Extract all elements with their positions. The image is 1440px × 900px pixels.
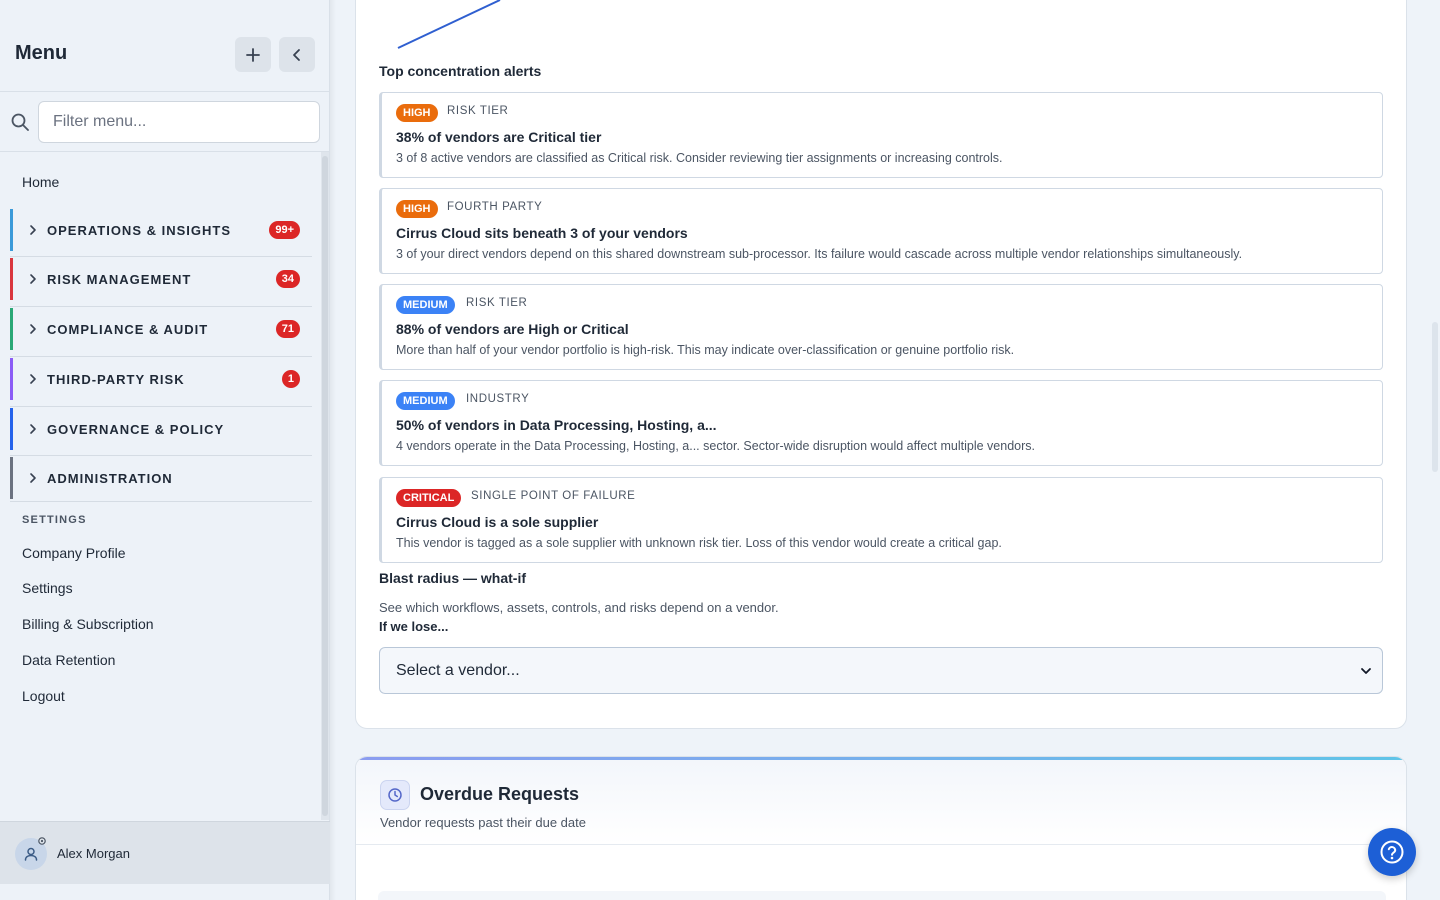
- alert-title: Cirrus Cloud is a sole supplier: [396, 514, 599, 530]
- sidebar-group-operations-insights[interactable]: OPERATIONS & INSIGHTS 99+: [10, 209, 312, 251]
- overdue-requests-content: [378, 891, 1386, 900]
- alert-card[interactable]: HIGH FOURTH PARTY Cirrus Cloud sits bene…: [379, 188, 1383, 274]
- question-icon: [1380, 840, 1404, 864]
- sidebar-group-risk-management[interactable]: RISK MANAGEMENT 34: [10, 258, 312, 300]
- severity-badge: HIGH: [396, 104, 438, 122]
- gear-icon: [38, 837, 46, 845]
- severity-badge: CRITICAL: [396, 489, 462, 507]
- plus-icon: [246, 47, 260, 62]
- trend-line-fragment: [397, 0, 501, 49]
- chevron-down-icon: [1361, 668, 1371, 674]
- sidebar-group-label: ADMINISTRATION: [47, 470, 173, 486]
- sidebar-group-label: COMPLIANCE & AUDIT: [47, 321, 209, 337]
- count-badge: 34: [275, 270, 300, 288]
- chevron-right-icon: [30, 424, 36, 434]
- clock-icon-box: [380, 780, 410, 810]
- alert-title: Cirrus Cloud sits beneath 3 of your vend…: [396, 225, 688, 241]
- user-icon: [24, 847, 38, 861]
- chevron-right-icon: [30, 473, 36, 483]
- chevron-right-icon: [30, 274, 36, 284]
- sidebar: Menu Home OPERATIONS & INSIGHTS 99+ RISK…: [0, 0, 330, 900]
- alert-description: 3 of your direct vendors depend on this …: [396, 247, 1243, 261]
- alert-card[interactable]: HIGH RISK TIER 38% of vendors are Critic…: [379, 92, 1383, 178]
- filter-menu-input[interactable]: [38, 101, 320, 143]
- user-name: Alex Morgan: [57, 846, 130, 861]
- chevron-right-icon: [30, 225, 36, 235]
- alert-description: More than half of your vendor portfolio …: [396, 343, 1015, 357]
- severity-badge: HIGH: [396, 200, 438, 218]
- alert-card[interactable]: CRITICAL SINGLE POINT OF FAILURE Cirrus …: [379, 477, 1383, 563]
- sidebar-group-label: RISK MANAGEMENT: [47, 271, 192, 287]
- alert-description: 4 vendors operate in the Data Processing…: [396, 439, 1035, 453]
- divider: [10, 356, 312, 357]
- vendor-select-value: Select a vendor...: [396, 661, 520, 679]
- alert-category: RISK TIER: [466, 297, 528, 309]
- alert-category: INDUSTRY: [466, 393, 530, 405]
- add-button[interactable]: [235, 37, 271, 72]
- alert-category: SINGLE POINT OF FAILURE: [471, 490, 636, 502]
- sidebar-item-logout[interactable]: Logout: [22, 688, 65, 704]
- sidebar-group-compliance-audit[interactable]: COMPLIANCE & AUDIT 71: [10, 308, 312, 350]
- sidebar-item-home[interactable]: Home: [22, 174, 59, 190]
- divider: [10, 306, 312, 307]
- alert-title: 38% of vendors are Critical tier: [396, 129, 602, 145]
- sidebar-scrollbar-thumb[interactable]: [322, 156, 328, 816]
- alert-category: RISK TIER: [447, 105, 509, 117]
- sidebar-item-billing-subscription[interactable]: Billing & Subscription: [22, 616, 154, 632]
- count-badge: 99+: [269, 221, 300, 239]
- page-scrollbar-thumb[interactable]: [1432, 322, 1438, 472]
- collapse-sidebar-button[interactable]: [279, 37, 315, 72]
- sidebar-group-label: OPERATIONS & INSIGHTS: [47, 222, 231, 238]
- count-badge: 71: [275, 320, 300, 338]
- filter-row: [0, 92, 330, 152]
- divider: [10, 455, 312, 456]
- chevron-right-icon: [30, 324, 36, 334]
- sidebar-shadow: [330, 0, 336, 900]
- chevron-right-icon: [30, 374, 36, 384]
- divider: [10, 501, 312, 502]
- sidebar-item-data-retention[interactable]: Data Retention: [22, 652, 115, 668]
- divider: [10, 406, 312, 407]
- sidebar-group-label: THIRD-PARTY RISK: [47, 371, 185, 387]
- alerts-section-title: Top concentration alerts: [379, 63, 542, 79]
- sidebar-item-company-profile[interactable]: Company Profile: [22, 545, 126, 561]
- settings-heading: SETTINGS: [22, 514, 87, 526]
- alert-card[interactable]: MEDIUM RISK TIER 88% of vendors are High…: [379, 284, 1383, 370]
- count-badge: 1: [281, 370, 300, 388]
- alert-description: This vendor is tagged as a sole supplier…: [396, 536, 1002, 550]
- alert-card[interactable]: MEDIUM INDUSTRY 50% of vendors in Data P…: [379, 380, 1383, 466]
- search-icon: [11, 113, 29, 131]
- sidebar-group-governance-policy[interactable]: GOVERNANCE & POLICY: [10, 408, 312, 450]
- blast-radius-description: See which workflows, assets, controls, a…: [379, 600, 779, 615]
- alert-category: FOURTH PARTY: [447, 201, 543, 213]
- blast-radius-question: If we lose...: [379, 619, 449, 634]
- chevron-left-icon: [293, 48, 300, 61]
- menu-title: Menu: [15, 42, 68, 64]
- sidebar-header: Menu: [0, 0, 330, 92]
- sidebar-group-administration[interactable]: ADMINISTRATION: [10, 457, 312, 499]
- help-button[interactable]: [1368, 828, 1416, 876]
- sidebar-group-label: GOVERNANCE & POLICY: [47, 421, 225, 437]
- alert-title: 50% of vendors in Data Processing, Hosti…: [396, 417, 717, 433]
- vendor-select[interactable]: Select a vendor...: [379, 647, 1383, 694]
- blast-radius-title: Blast radius — what-if: [379, 570, 527, 586]
- sidebar-item-settings[interactable]: Settings: [22, 580, 73, 596]
- alert-description: 3 of 8 active vendors are classified as …: [396, 151, 1003, 165]
- alert-title: 88% of vendors are High or Critical: [396, 321, 629, 337]
- clock-icon: [388, 788, 402, 802]
- severity-badge: MEDIUM: [396, 392, 455, 410]
- severity-badge: MEDIUM: [396, 296, 455, 314]
- divider: [10, 256, 312, 257]
- sidebar-group-third-party-risk[interactable]: THIRD-PARTY RISK 1: [10, 358, 312, 400]
- user-bar[interactable]: Alex Morgan: [0, 821, 330, 884]
- overdue-requests-card: Overdue Requests Vendor requests past th…: [355, 756, 1407, 900]
- overdue-requests-subtitle: Vendor requests past their due date: [380, 815, 586, 830]
- overdue-requests-title: Overdue Requests: [420, 784, 580, 804]
- card-header: Overdue Requests Vendor requests past th…: [356, 760, 1406, 845]
